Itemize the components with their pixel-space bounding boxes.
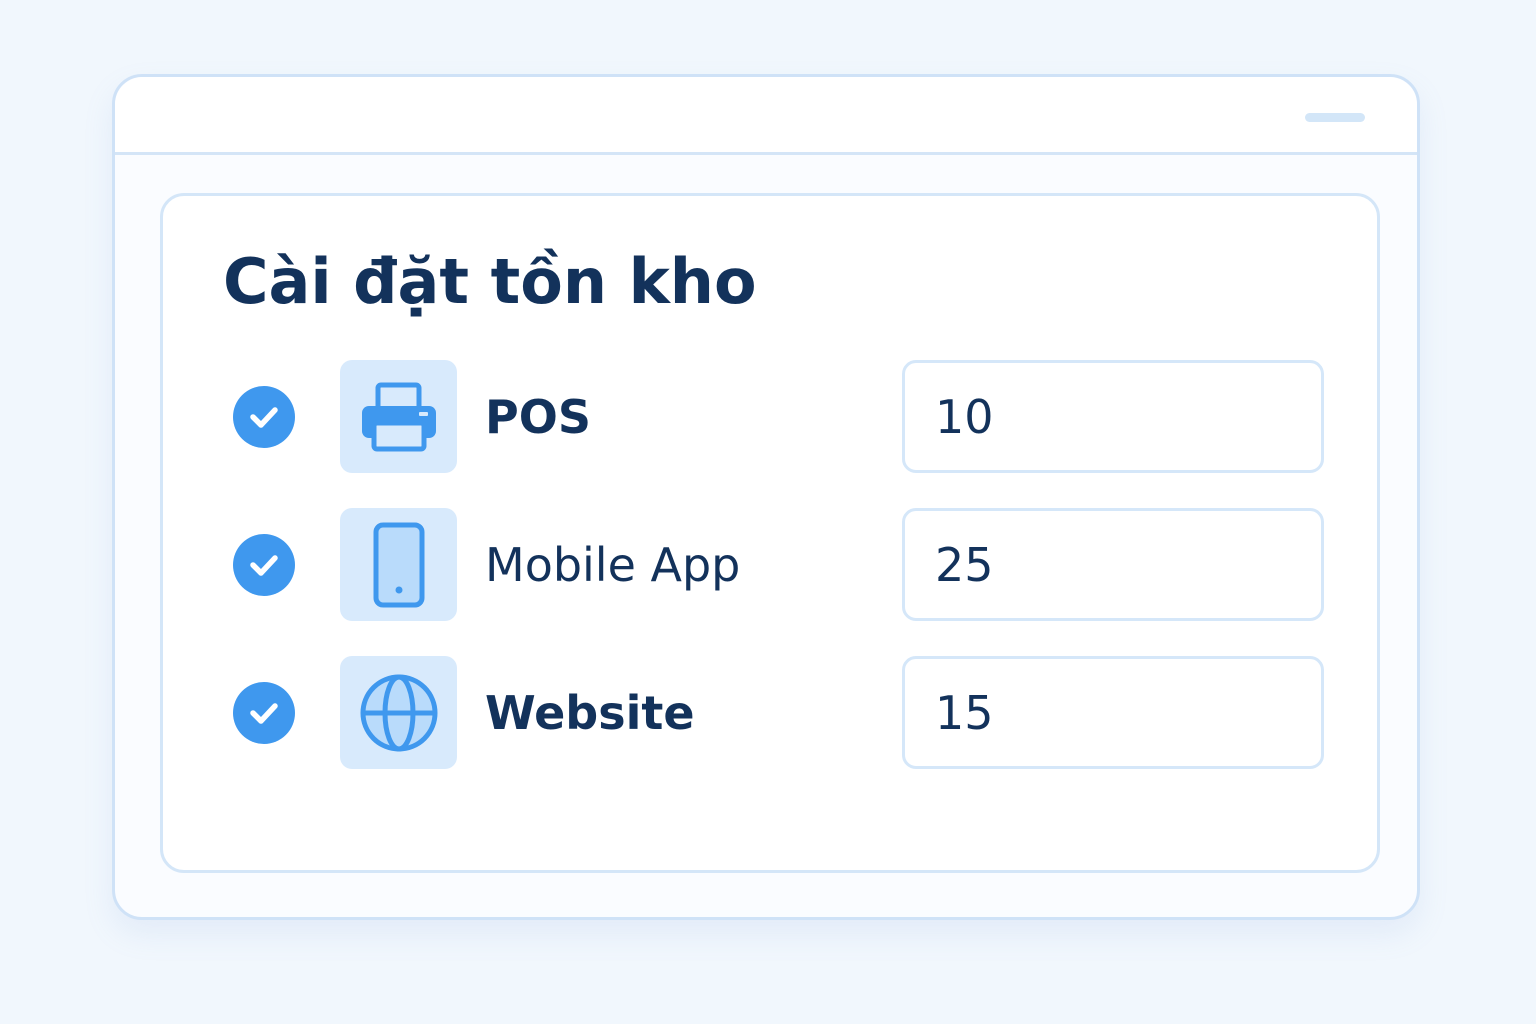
mobile-phone-icon (373, 522, 424, 607)
checkmark-icon (250, 407, 278, 428)
channel-row-mobile-app: Mobile App (163, 508, 1377, 622)
channel-row-website: Website (163, 656, 1377, 770)
channel-row-pos: POS (163, 360, 1377, 474)
inventory-settings-panel: Cài đặt tồn kho POS 10 Mobile App 25 Web… (160, 193, 1380, 873)
window-control-bar[interactable] (1305, 113, 1365, 122)
channel-label: Website (485, 686, 695, 740)
globe-icon (360, 674, 437, 751)
checkmark-icon (250, 555, 278, 576)
quantity-input-mobile-app[interactable] (902, 508, 1324, 621)
title-bar (115, 77, 1417, 155)
channel-checkbox-website[interactable] (233, 682, 295, 744)
printer-icon (361, 382, 436, 451)
channel-icon-tile (340, 508, 457, 621)
quantity-input-pos[interactable] (902, 360, 1324, 473)
channel-icon-tile (340, 656, 457, 769)
channel-checkbox-pos[interactable] (233, 386, 295, 448)
quantity-input-website[interactable] (902, 656, 1324, 769)
channel-icon-tile (340, 360, 457, 473)
checkmark-icon (250, 703, 278, 724)
app-window: Cài đặt tồn kho POS 10 Mobile App 25 Web… (112, 74, 1420, 920)
channel-label: Mobile App (485, 538, 741, 592)
channel-checkbox-mobile-app[interactable] (233, 534, 295, 596)
channel-label: POS (485, 390, 591, 444)
panel-title: Cài đặt tồn kho (223, 245, 757, 318)
